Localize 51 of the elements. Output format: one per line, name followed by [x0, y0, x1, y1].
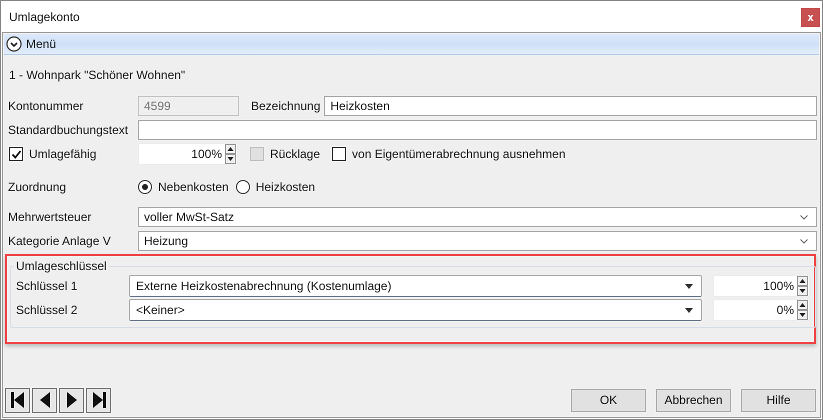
radio-button[interactable]: [138, 180, 152, 194]
chevron-icon: [800, 214, 808, 220]
radio-label: Nebenkosten: [158, 180, 229, 194]
property-title: 1 - Wohnpark "Schöner Wohnen": [9, 68, 186, 84]
next-icon: [66, 391, 78, 409]
dialog-button[interactable]: OK: [571, 388, 646, 412]
dropdown-arrow-icon: [685, 308, 693, 312]
previous-icon: [38, 391, 50, 409]
menu-label: Menü: [26, 37, 56, 51]
spin-arrows-icon: [225, 144, 236, 164]
dropdown[interactable]: Heizung: [138, 231, 817, 251]
window-title: Umlagekonto: [9, 10, 80, 24]
dropdown[interactable]: <Keiner>: [129, 299, 702, 321]
field-label: Zuordnung: [8, 180, 68, 194]
dialog-button[interactable]: Hilfe: [741, 388, 816, 412]
dialog-button[interactable]: Abbrechen: [656, 388, 731, 412]
menu-bar[interactable]: Menü: [4, 34, 819, 55]
dropdown-arrow-icon: [685, 284, 693, 288]
close-button[interactable]: x: [801, 8, 820, 27]
booking-text-field[interactable]: [138, 120, 817, 140]
percent-spinner[interactable]: 100%: [138, 143, 238, 165]
next-record-button[interactable]: [59, 388, 84, 412]
last-record-button[interactable]: [86, 388, 111, 412]
checkbox[interactable]: [332, 147, 346, 161]
dropdown[interactable]: voller MwSt-Satz: [138, 207, 817, 227]
checkbox-label: Umlagefähig: [29, 147, 96, 161]
dropdown[interactable]: Externe Heizkostenabrechnung (Kostenumlage): [129, 275, 702, 297]
field-label: Bezeichnung: [251, 99, 320, 113]
field-label: Kategorie Anlage V: [8, 234, 112, 248]
radio-button[interactable]: [236, 180, 250, 194]
description-field[interactable]: Heizkosten: [324, 96, 817, 116]
previous-record-button[interactable]: [32, 388, 57, 412]
checkbox-label: Rücklage: [270, 147, 320, 161]
last-icon: [90, 391, 106, 409]
field-label: Standardbuchungstext: [8, 123, 130, 137]
first-icon: [10, 391, 26, 409]
first-record-button[interactable]: [5, 388, 30, 412]
field-label: Mehrwertsteuer: [8, 210, 92, 224]
field-label: Kontonummer: [8, 99, 84, 113]
spin-arrows-icon: [797, 276, 808, 296]
spin-arrows-icon: [797, 300, 808, 320]
radio-label: Heizkosten: [256, 180, 316, 194]
group-title: Umlageschlüssel: [15, 259, 108, 273]
chevron-icon: [800, 238, 808, 244]
field-label: Schlüssel 2: [16, 303, 78, 317]
percent-spinner[interactable]: 0%: [713, 299, 810, 321]
percent-spinner[interactable]: 100%: [713, 275, 810, 297]
field-label: Schlüssel 1: [16, 279, 78, 293]
expand-icon: [6, 36, 22, 52]
checkbox-label: von Eigentümerabrechnung ausnehmen: [352, 147, 566, 161]
checkbox[interactable]: [9, 147, 23, 161]
